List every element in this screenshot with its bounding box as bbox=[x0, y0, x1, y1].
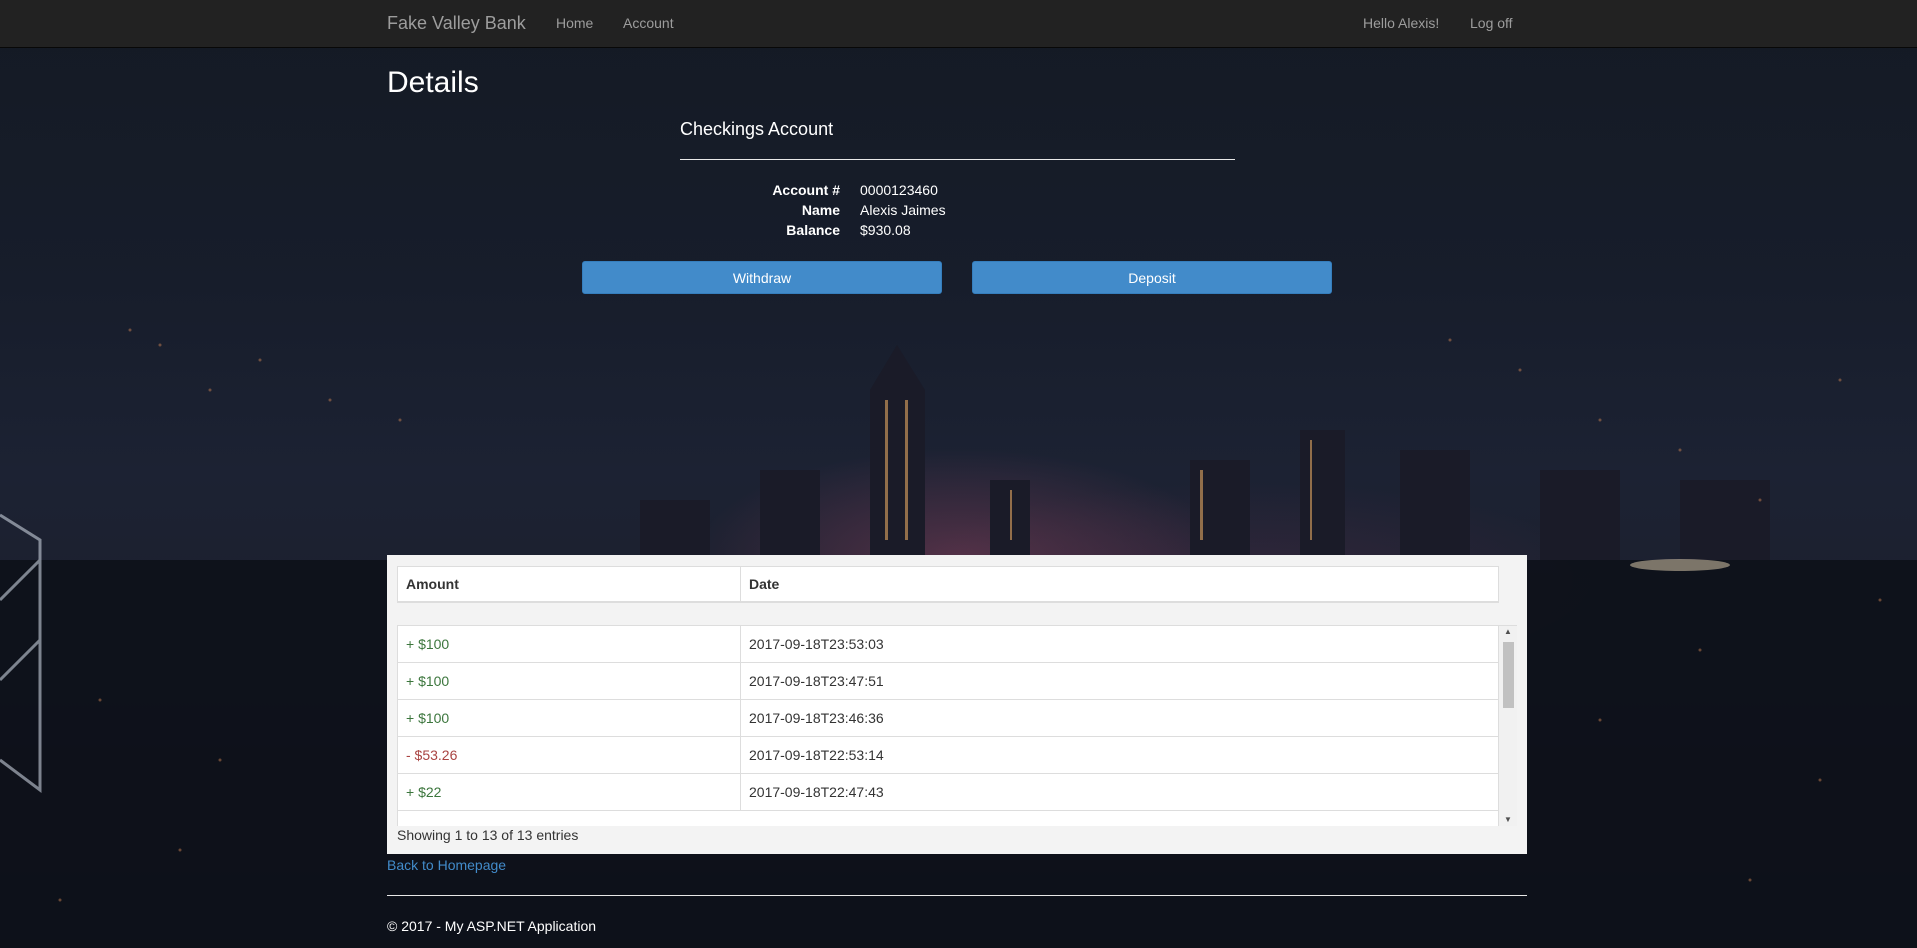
back-to-homepage-link[interactable]: Back to Homepage bbox=[387, 857, 506, 873]
amount-cell: + $22 bbox=[398, 774, 741, 810]
date-cell: 2017-09-18T22:47:43 bbox=[749, 784, 884, 800]
amount-cell: + $100 bbox=[398, 663, 741, 699]
date-cell: 2017-09-18T23:53:03 bbox=[749, 636, 884, 652]
date-cell: 2017-09-18T22:53:14 bbox=[749, 747, 884, 763]
footer-divider bbox=[387, 895, 1527, 896]
amount-cell: + $100 bbox=[398, 700, 741, 736]
scrollbar-thumb[interactable] bbox=[1503, 642, 1514, 708]
nav-link-account[interactable]: Account bbox=[623, 15, 674, 31]
footer-copyright: © 2017 - My ASP.NET Application bbox=[387, 918, 597, 934]
table-row bbox=[397, 811, 1499, 826]
deposit-button[interactable]: Deposit bbox=[972, 261, 1332, 294]
transactions-table-header: Amount Date bbox=[397, 566, 1499, 603]
account-balance-label: Balance bbox=[786, 222, 840, 238]
account-number-label: Account # bbox=[772, 182, 840, 198]
log-off-link[interactable]: Log off bbox=[1470, 15, 1513, 31]
column-header-amount[interactable]: Amount bbox=[398, 567, 741, 602]
scroll-down-arrow-icon[interactable]: ▼ bbox=[1499, 814, 1517, 826]
amount-cell: + $100 bbox=[398, 626, 741, 662]
date-cell: 2017-09-18T23:47:51 bbox=[749, 673, 884, 689]
page-title: Details bbox=[387, 66, 479, 99]
brand-link[interactable]: Fake Valley Bank bbox=[387, 13, 526, 34]
table-row: - $53.26 2017-09-18T22:53:14 bbox=[397, 737, 1499, 774]
account-divider bbox=[680, 159, 1235, 160]
account-name-value: Alexis Jaimes bbox=[860, 202, 946, 218]
top-navbar: Fake Valley Bank Home Account Hello Alex… bbox=[0, 0, 1917, 48]
table-row: + $100 2017-09-18T23:46:36 bbox=[397, 700, 1499, 737]
date-cell: 2017-09-18T23:46:36 bbox=[749, 710, 884, 726]
table-scrollbar[interactable]: ▲ ▼ bbox=[1499, 626, 1517, 826]
column-header-date[interactable]: Date bbox=[741, 567, 1498, 602]
withdraw-button[interactable]: Withdraw bbox=[582, 261, 942, 294]
table-row: + $100 2017-09-18T23:47:51 bbox=[397, 663, 1499, 700]
scroll-up-arrow-icon[interactable]: ▲ bbox=[1499, 626, 1517, 638]
user-greeting-link[interactable]: Hello Alexis! bbox=[1363, 15, 1439, 31]
account-number-value: 0000123460 bbox=[860, 182, 938, 198]
transactions-table-body: + $100 2017-09-18T23:53:03 + $100 2017-0… bbox=[397, 626, 1499, 826]
table-row: + $100 2017-09-18T23:53:03 bbox=[397, 626, 1499, 663]
account-balance-value: $930.08 bbox=[860, 222, 911, 238]
amount-cell: - $53.26 bbox=[398, 737, 741, 773]
table-row: + $22 2017-09-18T22:47:43 bbox=[397, 774, 1499, 811]
account-name-label: Name bbox=[801, 202, 840, 218]
transactions-panel: Amount Date + $100 2017-09-18T23:53:03 +… bbox=[387, 555, 1527, 854]
account-heading: Checkings Account bbox=[680, 119, 834, 139]
nav-link-home[interactable]: Home bbox=[556, 15, 593, 31]
table-entries-info: Showing 1 to 13 of 13 entries bbox=[397, 827, 579, 843]
transactions-scroll-area[interactable]: + $100 2017-09-18T23:53:03 + $100 2017-0… bbox=[397, 625, 1517, 826]
